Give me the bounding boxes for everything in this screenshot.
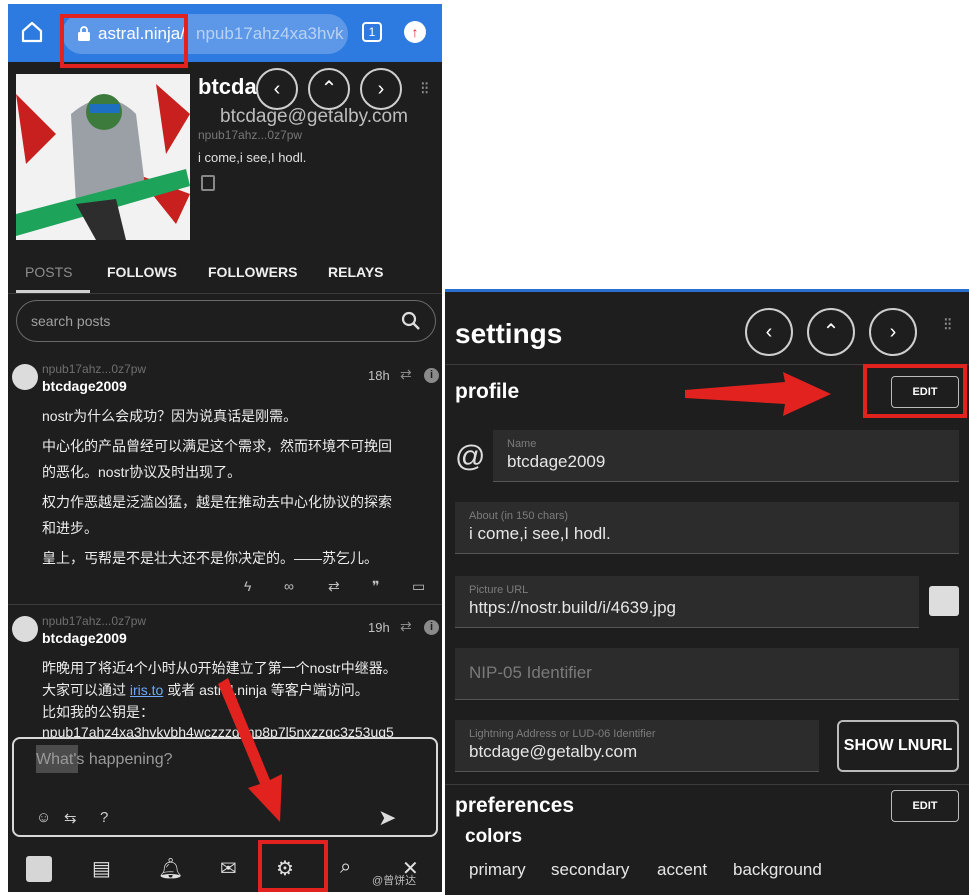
drag-handle-icon[interactable]: ⁝⁝ <box>943 315 953 333</box>
section-divider <box>445 784 969 785</box>
preferences-heading: preferences <box>455 794 575 817</box>
name-label: Name <box>507 438 537 450</box>
scroll-top-button[interactable]: ⌃ <box>807 308 855 356</box>
about-field[interactable]: About (in 150 chars) i come,i see,I hodl… <box>455 502 959 554</box>
profile-screen: astral.ninja/ npub17ahz4xa3hvk 1 ↑ btcda… <box>8 4 442 892</box>
color-primary-label[interactable]: primary <box>469 860 526 880</box>
nip05-placeholder: NIP-05 Identifier <box>469 663 592 682</box>
preferences-edit-button[interactable]: EDIT <box>891 790 959 822</box>
picture-url-value: https://nostr.build/i/4639.jpg <box>469 598 676 617</box>
about-value: i come,i see,I hodl. <box>469 524 611 543</box>
at-icon: @ <box>455 440 486 473</box>
color-accent-label[interactable]: accent <box>657 860 707 880</box>
settings-title: settings <box>455 318 563 349</box>
name-value: btcdage2009 <box>507 452 606 471</box>
lightning-value: btcdage@getalby.com <box>469 742 638 761</box>
picture-preview <box>929 586 959 616</box>
name-field[interactable]: Name btcdage2009 <box>493 430 959 482</box>
lightning-label: Lightning Address or LUD-06 Identifier <box>469 728 656 740</box>
annotation-arrow-right <box>685 372 831 416</box>
forward-button[interactable]: › <box>869 308 917 356</box>
picture-url-label: Picture URL <box>469 584 529 596</box>
annotation-arrow-down <box>218 678 282 822</box>
profile-heading: profile <box>455 380 520 403</box>
back-button[interactable]: ‹ <box>745 308 793 356</box>
edit-highlight-box <box>863 364 967 418</box>
colors-heading: colors <box>465 826 523 847</box>
settings-highlight-box <box>258 840 328 892</box>
show-lnurl-button[interactable]: SHOW LNURL <box>837 720 959 772</box>
color-secondary-label[interactable]: secondary <box>551 860 629 880</box>
color-background-label[interactable]: background <box>733 860 822 880</box>
about-label: About (in 150 chars) <box>469 510 569 522</box>
lightning-field[interactable]: Lightning Address or LUD-06 Identifier b… <box>455 720 819 772</box>
nip05-field[interactable]: NIP-05 Identifier <box>455 648 959 700</box>
settings-screen: settings ‹ ⌃ › ⁝⁝ profile EDIT @ Name bt… <box>445 289 969 895</box>
picture-url-field[interactable]: Picture URL https://nostr.build/i/4639.j… <box>455 576 919 628</box>
